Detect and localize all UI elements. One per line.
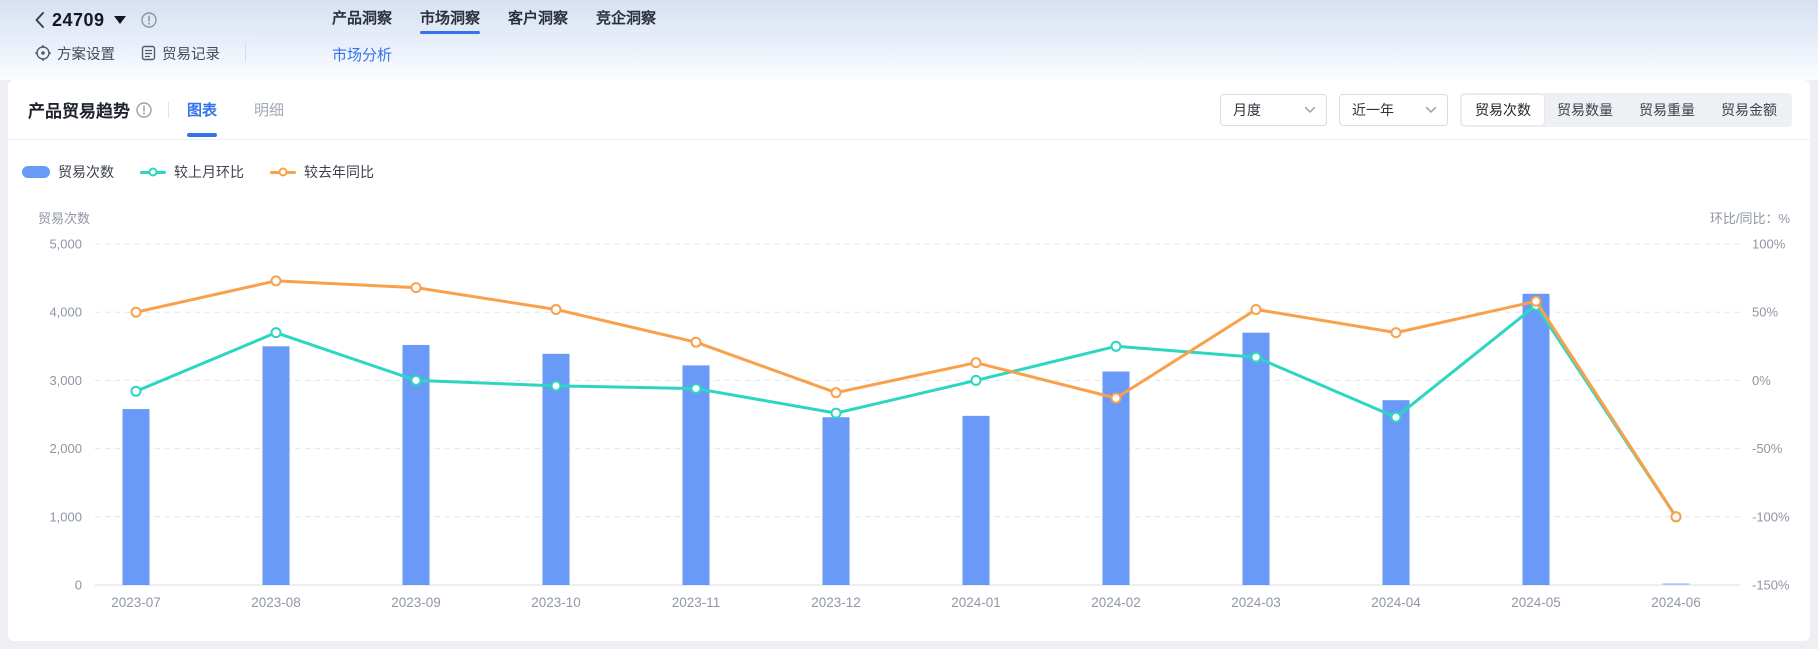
trade-trend-card: 产品贸易趋势 图表 明细 月度 近一年 贸易次数 贸易数量 贸易重量 贸易金额 <box>8 80 1810 641</box>
svg-text:3,000: 3,000 <box>49 373 82 388</box>
svg-text:2023-07: 2023-07 <box>111 595 161 610</box>
svg-text:2024-05: 2024-05 <box>1511 595 1561 610</box>
legend-item-trade-count[interactable]: 贸易次数 <box>22 162 114 182</box>
svg-text:5,000: 5,000 <box>49 237 82 252</box>
main-tab-bar: 产品洞察 市场洞察 客户洞察 竞企洞察 <box>332 0 656 35</box>
right-axis-title: 环比/同比：% <box>1710 211 1791 226</box>
gear-icon <box>35 45 51 61</box>
metric-segmented-control: 贸易次数 贸易数量 贸易重量 贸易金额 <box>1460 93 1792 127</box>
plan-settings-link[interactable]: 方案设置 <box>35 43 115 64</box>
svg-text:2024-04: 2024-04 <box>1371 595 1421 610</box>
legend-label: 较去年同比 <box>304 162 374 182</box>
svg-text:0: 0 <box>75 578 82 593</box>
tab-detail-view[interactable]: 明细 <box>254 80 284 140</box>
period-select[interactable]: 月度 <box>1220 94 1327 126</box>
legend-line-marker <box>140 171 166 174</box>
svg-text:2024-06: 2024-06 <box>1651 595 1701 610</box>
header-vertical-divider <box>245 42 246 62</box>
svg-text:100%: 100% <box>1752 237 1786 252</box>
trade-trend-chart[interactable]: 贸易次数 环比/同比：% 5,000 100% 4,000 50% 3,000 0% 2,000… <box>8 190 1810 641</box>
legend-item-yoy[interactable]: 较去年同比 <box>270 162 374 182</box>
dropdown-caret-icon[interactable] <box>114 16 126 24</box>
svg-text:2023-11: 2023-11 <box>672 595 721 610</box>
metric-trade-weight-button[interactable]: 贸易重量 <box>1626 95 1708 125</box>
range-select[interactable]: 近一年 <box>1339 94 1448 126</box>
yoy-line <box>132 276 1681 521</box>
legend-label: 贸易次数 <box>58 162 114 182</box>
svg-text:0%: 0% <box>1752 373 1771 388</box>
x-axis-labels: 2023-07 2023-08 2023-09 2023-10 2023-11 2023-… <box>111 595 1701 610</box>
plan-settings-label: 方案设置 <box>57 43 115 64</box>
chart-legend: 贸易次数 较上月环比 较去年同比 <box>22 160 374 184</box>
legend-item-mom[interactable]: 较上月环比 <box>140 162 244 182</box>
trade-records-link[interactable]: 贸易记录 <box>141 43 220 64</box>
chart-controls: 月度 近一年 贸易次数 贸易数量 贸易重量 贸易金额 <box>1220 93 1792 127</box>
svg-text:2024-03: 2024-03 <box>1231 595 1281 610</box>
tab-competitor-insight[interactable]: 竞企洞察 <box>596 0 656 35</box>
svg-text:-50%: -50% <box>1752 441 1783 456</box>
svg-text:2024-01: 2024-01 <box>951 595 1001 610</box>
svg-text:-150%: -150% <box>1752 578 1790 593</box>
document-icon <box>141 45 156 61</box>
top-header-band: 24709 方案设置 贸易记录 产品洞察 市场洞察 客户洞察 竞企洞察 市场分析 <box>0 0 1818 80</box>
legend-line-marker <box>270 171 296 174</box>
svg-text:2,000: 2,000 <box>49 441 82 456</box>
mom-line <box>132 301 1681 521</box>
tab-market-insight[interactable]: 市场洞察 <box>420 0 480 35</box>
card-header: 产品贸易趋势 图表 明细 月度 近一年 贸易次数 贸易数量 贸易重量 贸易金额 <box>8 80 1810 140</box>
svg-text:2023-08: 2023-08 <box>251 595 301 610</box>
metric-trade-count-button[interactable]: 贸易次数 <box>1462 95 1544 125</box>
bars-series <box>123 294 1690 585</box>
svg-text:2023-12: 2023-12 <box>811 595 861 610</box>
metric-trade-amount-button[interactable]: 贸易金额 <box>1708 95 1790 125</box>
svg-text:4,000: 4,000 <box>49 305 82 320</box>
svg-text:2023-10: 2023-10 <box>531 595 581 610</box>
plan-id-label[interactable]: 24709 <box>52 10 105 31</box>
svg-text:1,000: 1,000 <box>49 509 82 524</box>
info-icon[interactable] <box>141 12 157 28</box>
chevron-down-icon <box>1425 106 1437 114</box>
svg-text:2024-02: 2024-02 <box>1091 595 1141 610</box>
svg-text:-100%: -100% <box>1752 509 1790 524</box>
dashboard-page: { "header": { "plan_id": "24709", "plan_… <box>0 0 1818 649</box>
tab-chart-view[interactable]: 图表 <box>187 80 217 140</box>
back-chevron-icon[interactable] <box>34 11 45 29</box>
chevron-down-icon <box>1304 106 1316 114</box>
range-select-value: 近一年 <box>1352 100 1394 120</box>
legend-label: 较上月环比 <box>174 162 244 182</box>
title-divider <box>168 102 169 118</box>
tab-product-insight[interactable]: 产品洞察 <box>332 0 392 35</box>
metric-trade-quantity-button[interactable]: 贸易数量 <box>1544 95 1626 125</box>
legend-bar-swatch <box>22 166 50 178</box>
info-icon[interactable] <box>136 102 152 118</box>
svg-text:2023-09: 2023-09 <box>391 595 441 610</box>
left-axis-title: 贸易次数 <box>38 211 90 226</box>
subtab-market-analysis[interactable]: 市场分析 <box>332 44 392 65</box>
period-select-value: 月度 <box>1233 100 1261 120</box>
svg-text:50%: 50% <box>1752 305 1778 320</box>
trade-records-label: 贸易记录 <box>162 43 220 64</box>
tab-customer-insight[interactable]: 客户洞察 <box>508 0 568 35</box>
panel-title: 产品贸易趋势 <box>28 97 130 122</box>
